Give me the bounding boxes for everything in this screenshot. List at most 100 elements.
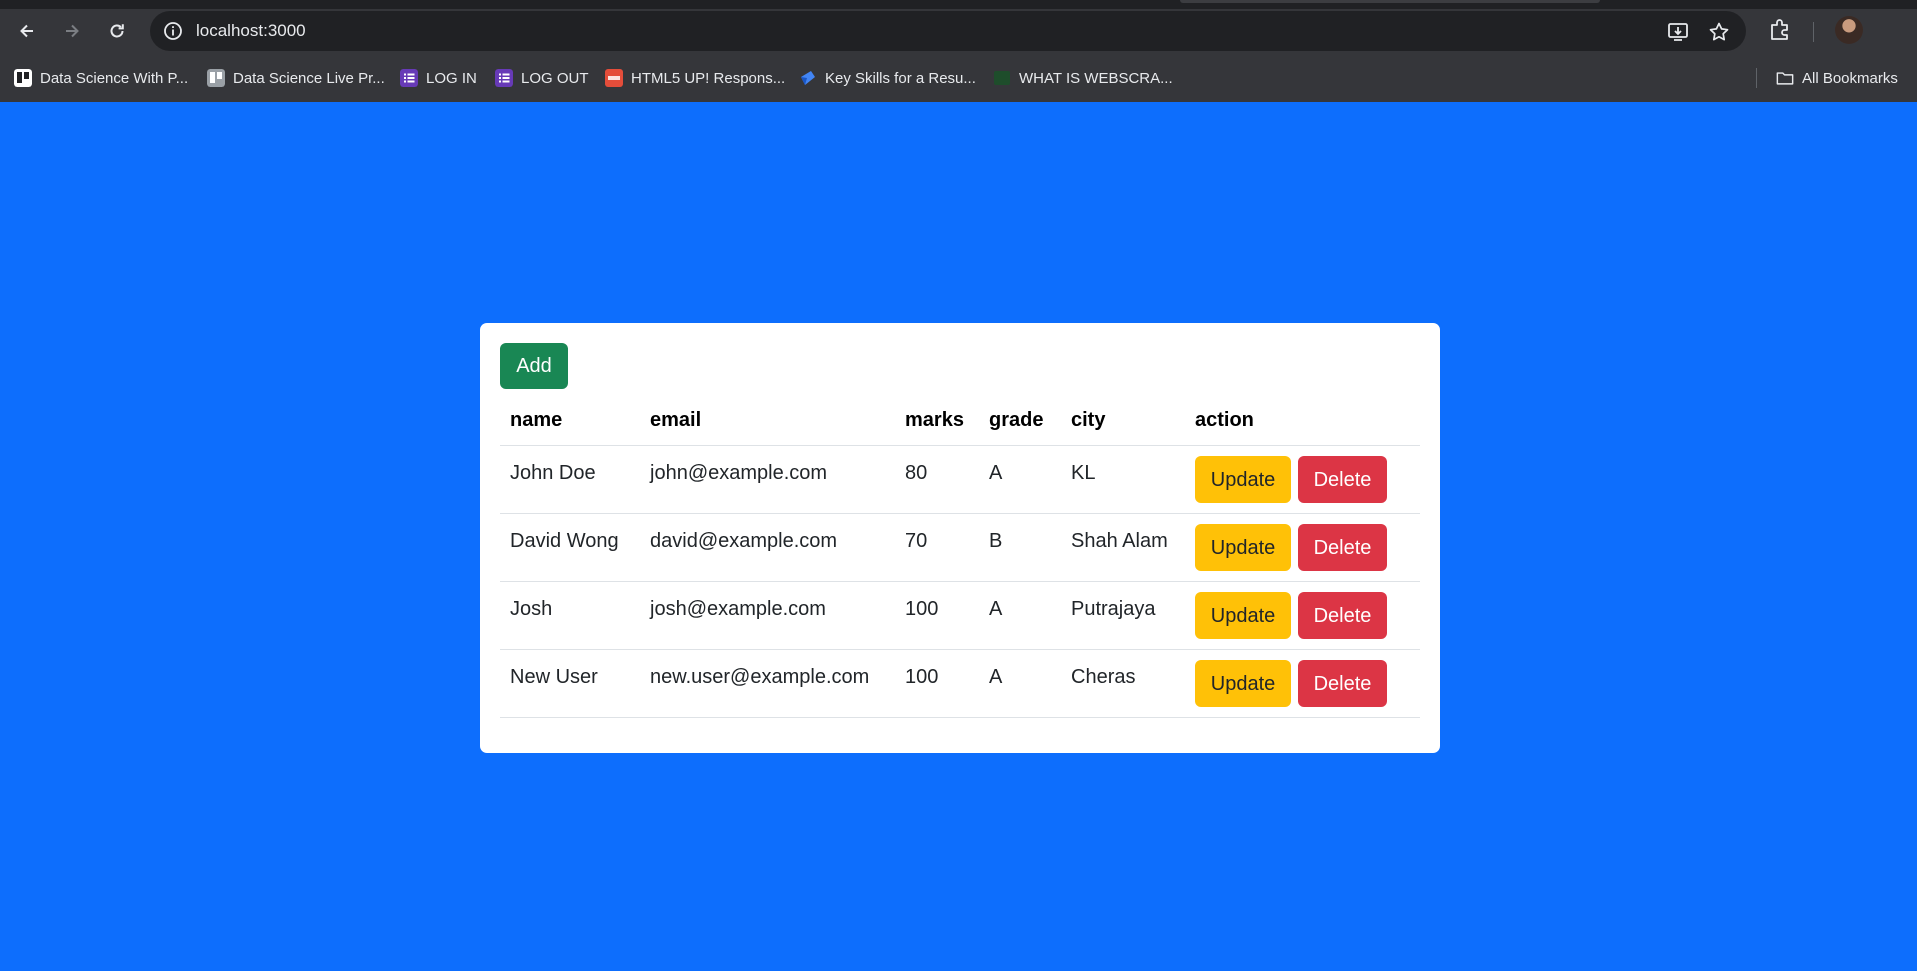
bookmark-label: Data Science Live Pr...: [233, 69, 385, 87]
cell-actions: Update Delete: [1185, 445, 1420, 514]
bookmarks-bar: Data Science With P... Data Science Live…: [0, 62, 1917, 102]
column-header-email: email: [640, 395, 895, 446]
extensions-icon[interactable]: [1766, 16, 1794, 44]
delete-button[interactable]: Delete: [1298, 524, 1387, 571]
bookmark-item[interactable]: Key Skills for a Resu...: [799, 62, 976, 94]
cell-name: Josh: [500, 581, 640, 650]
folder-icon: [1776, 72, 1794, 85]
delete-button[interactable]: Delete: [1298, 456, 1387, 503]
update-button[interactable]: Update: [1195, 456, 1291, 503]
bookmark-site-icon: [994, 71, 1010, 85]
bookmark-label: WHAT IS WEBSCRA...: [1019, 69, 1173, 87]
add-button[interactable]: Add: [500, 343, 568, 389]
cell-marks: 70: [895, 513, 979, 582]
cell-city: Shah Alam: [1061, 513, 1185, 582]
reload-button[interactable]: [100, 14, 134, 48]
table-row: Josh josh@example.com 100 A Putrajaya Up…: [500, 581, 1420, 650]
name-value: John Doe: [510, 462, 596, 484]
cell-email: david@example.com: [640, 513, 895, 582]
column-header-city: city: [1061, 395, 1185, 446]
column-header-grade: grade: [979, 395, 1061, 446]
back-button[interactable]: [10, 14, 44, 48]
trello-icon: [207, 69, 225, 87]
table-row: New User new.user@example.com 100 A Cher…: [500, 649, 1420, 718]
forward-button[interactable]: [55, 14, 89, 48]
grade-value: B: [989, 530, 1003, 552]
bookmark-label: Data Science With P...: [40, 69, 189, 87]
bookmark-item[interactable]: LOG OUT: [495, 62, 589, 94]
update-button[interactable]: Update: [1195, 592, 1291, 639]
name-value: David Wong: [510, 530, 619, 552]
bookmarks-separator: [1756, 68, 1757, 88]
marks-value: 100: [905, 666, 939, 688]
cell-name: New User: [500, 649, 640, 718]
marks-value: 70: [905, 530, 928, 552]
cell-grade: A: [979, 445, 1061, 514]
cell-name: John Doe: [500, 445, 640, 514]
users-card: Add name email marks grade city action J…: [480, 323, 1440, 753]
profile-avatar[interactable]: [1835, 16, 1863, 44]
cell-email: john@example.com: [640, 445, 895, 514]
users-table: name email marks grade city action John …: [500, 395, 1420, 718]
cell-city: Cheras: [1061, 649, 1185, 718]
cell-city: KL: [1061, 445, 1185, 514]
city-value: Putrajaya: [1071, 598, 1156, 620]
delete-button[interactable]: Delete: [1298, 660, 1387, 707]
marks-value: 80: [905, 462, 928, 484]
bookmark-label: LOG OUT: [521, 69, 589, 87]
marks-value: 100: [905, 598, 939, 620]
grade-value: A: [989, 666, 1003, 688]
cell-grade: A: [979, 581, 1061, 650]
city-value: Cheras: [1071, 666, 1136, 688]
cell-marks: 80: [895, 445, 979, 514]
bookmark-item[interactable]: WHAT IS WEBSCRA...: [993, 62, 1173, 94]
cell-actions: Update Delete: [1185, 581, 1420, 650]
table-row: John Doe john@example.com 80 A KL Update…: [500, 445, 1420, 514]
arrow-right-icon: [66, 24, 79, 38]
browser-chrome: localhost:3000 Data Science With P... Da…: [0, 0, 1917, 102]
site-info-icon[interactable]: [162, 20, 184, 42]
table-row: David Wong david@example.com 70 B Shah A…: [500, 513, 1420, 582]
reload-icon: [110, 24, 124, 38]
update-button[interactable]: Update: [1195, 660, 1291, 707]
cell-actions: Update Delete: [1185, 649, 1420, 718]
name-value: New User: [510, 666, 598, 688]
html5up-icon: [605, 69, 623, 87]
forms-icon: [400, 69, 418, 87]
forms-icon: [495, 69, 513, 87]
bookmark-item[interactable]: Data Science With P...: [14, 62, 188, 94]
bookmark-label: HTML5 UP! Respons...: [631, 69, 786, 87]
cell-grade: B: [979, 513, 1061, 582]
tab-strip: [0, 0, 1917, 9]
url-text: localhost:3000: [196, 21, 306, 40]
email-value: john@example.com: [650, 462, 828, 484]
bookmark-label: LOG IN: [426, 69, 477, 87]
bookmark-label: Key Skills for a Resu...: [825, 69, 976, 87]
star-icon[interactable]: [1708, 21, 1730, 43]
name-value: Josh: [510, 598, 553, 620]
cell-marks: 100: [895, 649, 979, 718]
toolbar-separator: [1813, 22, 1814, 42]
email-value: new.user@example.com: [650, 666, 870, 688]
update-button[interactable]: Update: [1195, 524, 1291, 571]
bookmark-item[interactable]: LOG IN: [400, 62, 477, 94]
column-header-action: action: [1185, 395, 1420, 446]
cell-email: new.user@example.com: [640, 649, 895, 718]
address-bar[interactable]: localhost:3000: [150, 11, 1746, 51]
cell-grade: A: [979, 649, 1061, 718]
all-bookmarks-button[interactable]: All Bookmarks: [1776, 62, 1898, 94]
bookmark-site-icon: [801, 71, 815, 85]
bookmark-item[interactable]: HTML5 UP! Respons...: [605, 62, 785, 94]
install-app-icon[interactable]: [1667, 21, 1689, 43]
cell-city: Putrajaya: [1061, 581, 1185, 650]
grade-value: A: [989, 598, 1003, 620]
email-value: david@example.com: [650, 530, 838, 552]
bookmark-item[interactable]: Data Science Live Pr...: [207, 62, 385, 94]
browser-toolbar: localhost:3000: [0, 0, 1917, 62]
cell-name: David Wong: [500, 513, 640, 582]
column-header-marks: marks: [895, 395, 979, 446]
city-value: Shah Alam: [1071, 530, 1168, 552]
trello-icon: [14, 69, 32, 87]
arrow-left-icon: [20, 24, 33, 38]
delete-button[interactable]: Delete: [1298, 592, 1387, 639]
